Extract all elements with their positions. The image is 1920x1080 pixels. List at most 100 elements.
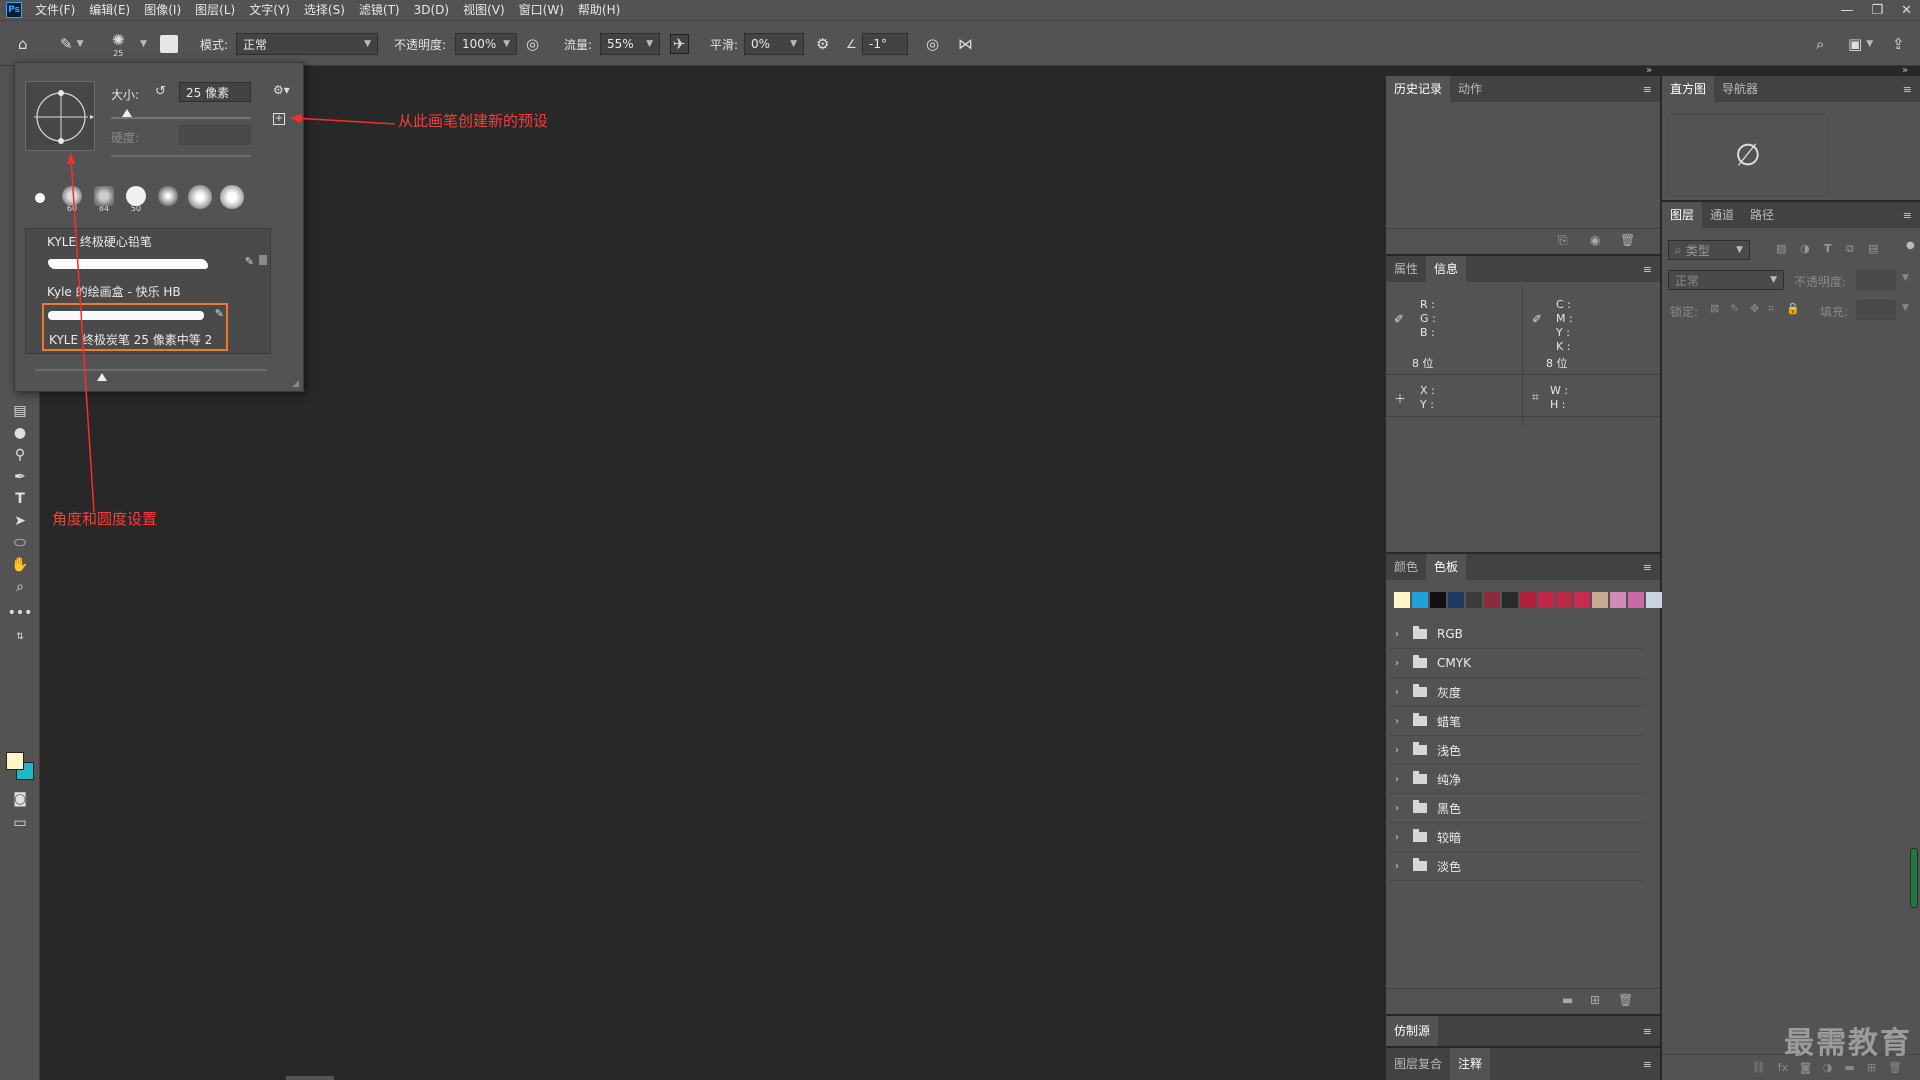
- lock-transparent-icon[interactable]: ⊠: [1710, 302, 1719, 315]
- path-select-tool-icon[interactable]: ➤: [8, 510, 32, 532]
- brush-preset-item[interactable]: KYLE 终极硬心铅笔: [26, 229, 258, 251]
- tab-properties[interactable]: 属性: [1386, 256, 1426, 282]
- lock-artboard-icon[interactable]: ⌗: [1768, 302, 1774, 316]
- menu-edit[interactable]: 编辑(E): [82, 0, 137, 20]
- new-swatch-icon[interactable]: ⊞: [1590, 993, 1600, 1007]
- recent-tip[interactable]: 84: [89, 183, 119, 213]
- camera-icon[interactable]: ◉: [1590, 233, 1600, 247]
- recent-tip[interactable]: 50: [121, 183, 151, 213]
- tab-channels[interactable]: 通道: [1702, 202, 1742, 228]
- trash-icon[interactable]: 🗑: [1888, 1061, 1902, 1074]
- tab-color[interactable]: 颜色: [1386, 554, 1426, 580]
- lock-move-icon[interactable]: ✥: [1750, 302, 1759, 315]
- blur-tool-icon[interactable]: ●: [8, 422, 32, 444]
- smooth-field[interactable]: 0% ▼: [744, 33, 804, 55]
- tab-clone-source[interactable]: 仿制源: [1386, 1016, 1439, 1046]
- gear-icon[interactable]: ⚙: [816, 21, 829, 67]
- swatch-group[interactable]: › 黑色: [1389, 794, 1644, 823]
- pen-tool-icon[interactable]: ✒: [8, 466, 32, 488]
- menu-layer[interactable]: 图层(L): [188, 0, 242, 20]
- resize-grip-icon[interactable]: ◢: [292, 379, 299, 389]
- screen-mode-icon[interactable]: ▭: [8, 812, 32, 834]
- swatch-group[interactable]: › 灰度: [1389, 678, 1644, 707]
- menu-select[interactable]: 选择(S): [297, 0, 352, 20]
- panel-menu-icon[interactable]: ≡: [1903, 209, 1912, 222]
- color-swatch[interactable]: [1412, 592, 1428, 608]
- tab-layers[interactable]: 图层: [1662, 202, 1703, 228]
- group-icon[interactable]: ▬: [1844, 1061, 1854, 1074]
- new-group-icon[interactable]: ▬: [1562, 993, 1573, 1007]
- swatch-group[interactable]: › RGB: [1389, 620, 1644, 649]
- recent-tip[interactable]: [217, 183, 247, 213]
- minimize-button[interactable]: —: [1840, 3, 1853, 18]
- color-swatch[interactable]: [1430, 592, 1446, 608]
- new-layer-icon[interactable]: ⊞: [1867, 1061, 1876, 1074]
- zoom-tool-icon[interactable]: ⌕: [8, 576, 32, 598]
- blend-mode-select[interactable]: 正常 ▼: [1668, 270, 1784, 290]
- tab-paths[interactable]: 路径: [1742, 202, 1782, 228]
- filter-pixel-icon[interactable]: ▨: [1776, 242, 1786, 255]
- canvas-scrollbar[interactable]: [286, 1076, 334, 1080]
- home-icon[interactable]: ⌂: [18, 21, 28, 67]
- brush-preset-picker[interactable]: ✺ 25: [112, 21, 125, 67]
- swatch-group[interactable]: › 纯净: [1389, 765, 1644, 794]
- menu-image[interactable]: 图像(I): [137, 0, 188, 20]
- type-tool-icon[interactable]: T: [8, 488, 32, 510]
- pressure-opacity-icon[interactable]: ◎: [526, 21, 539, 67]
- tab-layer-comps[interactable]: 图层复合: [1386, 1048, 1450, 1080]
- size-slider[interactable]: [111, 117, 251, 119]
- menu-3d[interactable]: 3D(D): [407, 0, 456, 20]
- color-swatch[interactable]: [1448, 592, 1464, 608]
- trash-icon[interactable]: 🗑: [1620, 233, 1635, 247]
- color-swatch[interactable]: [1466, 592, 1482, 608]
- brush-settings-panel-icon[interactable]: [160, 21, 178, 67]
- panel-menu-icon[interactable]: ≡: [1643, 1025, 1652, 1038]
- color-swatch[interactable]: [1556, 592, 1572, 608]
- tab-swatches[interactable]: 色板: [1426, 554, 1467, 580]
- quick-mask-icon[interactable]: ◙: [8, 788, 32, 810]
- tab-actions[interactable]: 动作: [1450, 76, 1490, 102]
- brush-list-scrollbar[interactable]: [258, 231, 268, 351]
- size-slider-thumb[interactable]: [122, 109, 132, 117]
- swatch-group[interactable]: › 较暗: [1389, 823, 1644, 852]
- swatch-group[interactable]: › 蜡笔: [1389, 707, 1644, 736]
- color-swatch[interactable]: [1394, 592, 1410, 608]
- menu-filter[interactable]: 滤镜(T): [352, 0, 407, 20]
- search-icon[interactable]: ⌕: [1816, 21, 1824, 67]
- link-layers-icon[interactable]: ⛓: [1752, 1061, 1766, 1074]
- airbrush-icon[interactable]: ✈: [670, 21, 689, 67]
- filter-adjustment-icon[interactable]: ◑: [1800, 242, 1810, 255]
- hand-tool-icon[interactable]: ✋: [8, 554, 32, 576]
- size-field[interactable]: 25 像素: [179, 82, 251, 102]
- recent-tip[interactable]: 60: [57, 183, 87, 213]
- collapse-panels-icon[interactable]: »: [1646, 65, 1652, 76]
- dodge-tool-icon[interactable]: ⚲: [8, 444, 32, 466]
- lock-brush-icon[interactable]: ✎: [1730, 302, 1739, 315]
- gradient-tool-icon[interactable]: ▤: [8, 400, 32, 422]
- reset-size-icon[interactable]: ↺: [155, 84, 166, 99]
- opacity-field[interactable]: 100% ▼: [455, 33, 517, 55]
- color-swatch[interactable]: [1484, 592, 1500, 608]
- recent-tip[interactable]: [153, 183, 183, 213]
- preview-size-slider[interactable]: [35, 369, 267, 371]
- symmetry-icon[interactable]: ⋈: [958, 21, 973, 67]
- swap-colors-icon[interactable]: ⇅: [8, 626, 32, 648]
- new-document-from-state-icon[interactable]: ⎘: [1558, 233, 1568, 248]
- filter-toggle-icon[interactable]: ●: [1906, 240, 1915, 251]
- color-swatch[interactable]: [1592, 592, 1608, 608]
- swatch-group[interactable]: › 淡色: [1389, 852, 1644, 881]
- restore-button[interactable]: ❐: [1871, 3, 1883, 18]
- recent-tip[interactable]: [185, 183, 215, 213]
- swatch-group[interactable]: › 浅色: [1389, 736, 1644, 765]
- trash-icon[interactable]: 🗑: [1618, 993, 1633, 1007]
- color-swatch[interactable]: [1502, 592, 1518, 608]
- mask-icon[interactable]: ◙: [1800, 1061, 1811, 1074]
- menu-type[interactable]: 文字(Y): [242, 0, 297, 20]
- menu-window[interactable]: 窗口(W): [512, 0, 571, 20]
- filter-shape-icon[interactable]: ⧉: [1846, 242, 1854, 256]
- color-swatch[interactable]: [1628, 592, 1644, 608]
- panel-menu-icon[interactable]: ≡: [1903, 83, 1912, 96]
- layers-scrollbar[interactable]: [1910, 848, 1918, 908]
- layer-filter-select[interactable]: ⌕ 类型 ▼: [1668, 240, 1750, 260]
- more-tools-icon[interactable]: •••: [8, 602, 33, 624]
